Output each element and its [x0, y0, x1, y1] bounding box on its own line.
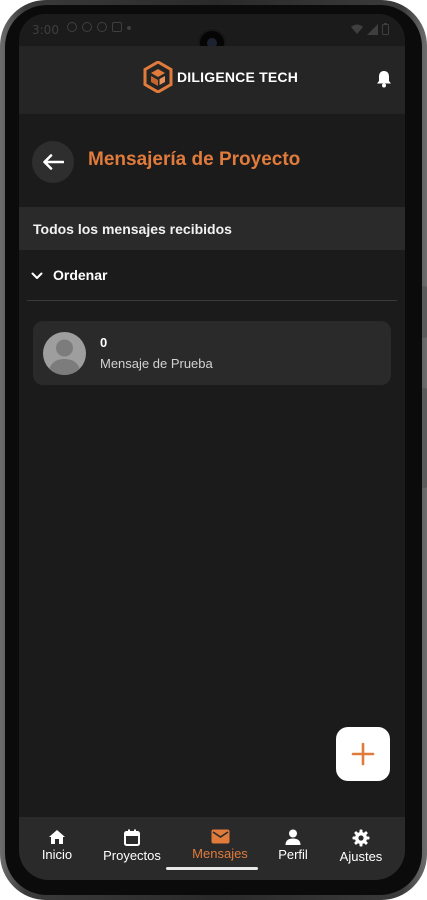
phone-side-button — [422, 388, 427, 488]
nav-label: Proyectos — [103, 848, 161, 863]
section-header: Todos los mensajes recibidos — [19, 207, 405, 250]
status-notification-icons — [67, 22, 131, 32]
nav-item-inicio[interactable]: Inicio — [33, 829, 81, 862]
brand-name: DILIGENCE TECH — [177, 69, 299, 85]
signal-icon — [367, 23, 378, 35]
app-screen: 3:00 DILIGENCE TECH Mensajería de Proyec… — [19, 14, 405, 880]
dnd-status-icon — [82, 22, 92, 32]
phone-side-button — [422, 286, 427, 338]
app-header: DILIGENCE TECH — [19, 46, 405, 114]
message-card[interactable]: 0 Mensaje de Prueba — [33, 321, 391, 385]
nav-label: Inicio — [41, 847, 73, 862]
message-sender: 0 — [100, 335, 108, 350]
clock-status-icon — [67, 22, 77, 32]
brand-logo[interactable]: DILIGENCE TECH — [143, 61, 298, 93]
notifications-button[interactable] — [376, 70, 392, 92]
status-system-icons — [351, 23, 389, 35]
sort-toggle[interactable]: Ordenar — [27, 260, 397, 300]
gear-icon — [352, 829, 370, 847]
person-avatar-icon — [43, 332, 86, 375]
page-title: Mensajería de Proyecto — [88, 149, 301, 170]
bottom-navigation: Inicio Proyectos Mensajes Perfil Ajustes — [19, 817, 405, 880]
status-time: 3:00 — [32, 23, 59, 37]
mail-icon — [211, 829, 229, 844]
nav-item-perfil[interactable]: Perfil — [271, 829, 315, 862]
battery-icon — [382, 23, 389, 35]
wifi-icon — [351, 24, 363, 34]
new-message-button[interactable] — [336, 727, 390, 781]
dot-status-icon — [127, 26, 131, 30]
calendar-icon — [124, 829, 140, 846]
back-button[interactable] — [32, 141, 74, 183]
nav-item-mensajes[interactable]: Mensajes — [189, 829, 251, 861]
nav-label: Mensajes — [192, 846, 248, 861]
home-indicator[interactable] — [166, 867, 258, 870]
shield-status-icon — [97, 22, 107, 32]
nav-label: Perfil — [278, 847, 308, 862]
home-icon — [49, 830, 65, 844]
section-title: Todos los mensajes recibidos — [33, 221, 232, 237]
chevron-down-icon — [31, 272, 43, 279]
nav-item-proyectos[interactable]: Proyectos — [100, 829, 164, 863]
person-icon — [285, 829, 301, 845]
sim-status-icon — [112, 22, 122, 32]
cube-logo-icon — [143, 61, 173, 93]
nav-item-ajustes[interactable]: Ajustes — [335, 829, 387, 864]
message-preview: Mensaje de Prueba — [100, 356, 213, 371]
arrow-left-icon — [43, 154, 64, 170]
divider — [27, 300, 397, 301]
bell-icon — [377, 71, 391, 88]
plus-icon — [351, 742, 375, 766]
sort-label: Ordenar — [53, 267, 108, 283]
nav-label: Ajustes — [339, 849, 383, 864]
